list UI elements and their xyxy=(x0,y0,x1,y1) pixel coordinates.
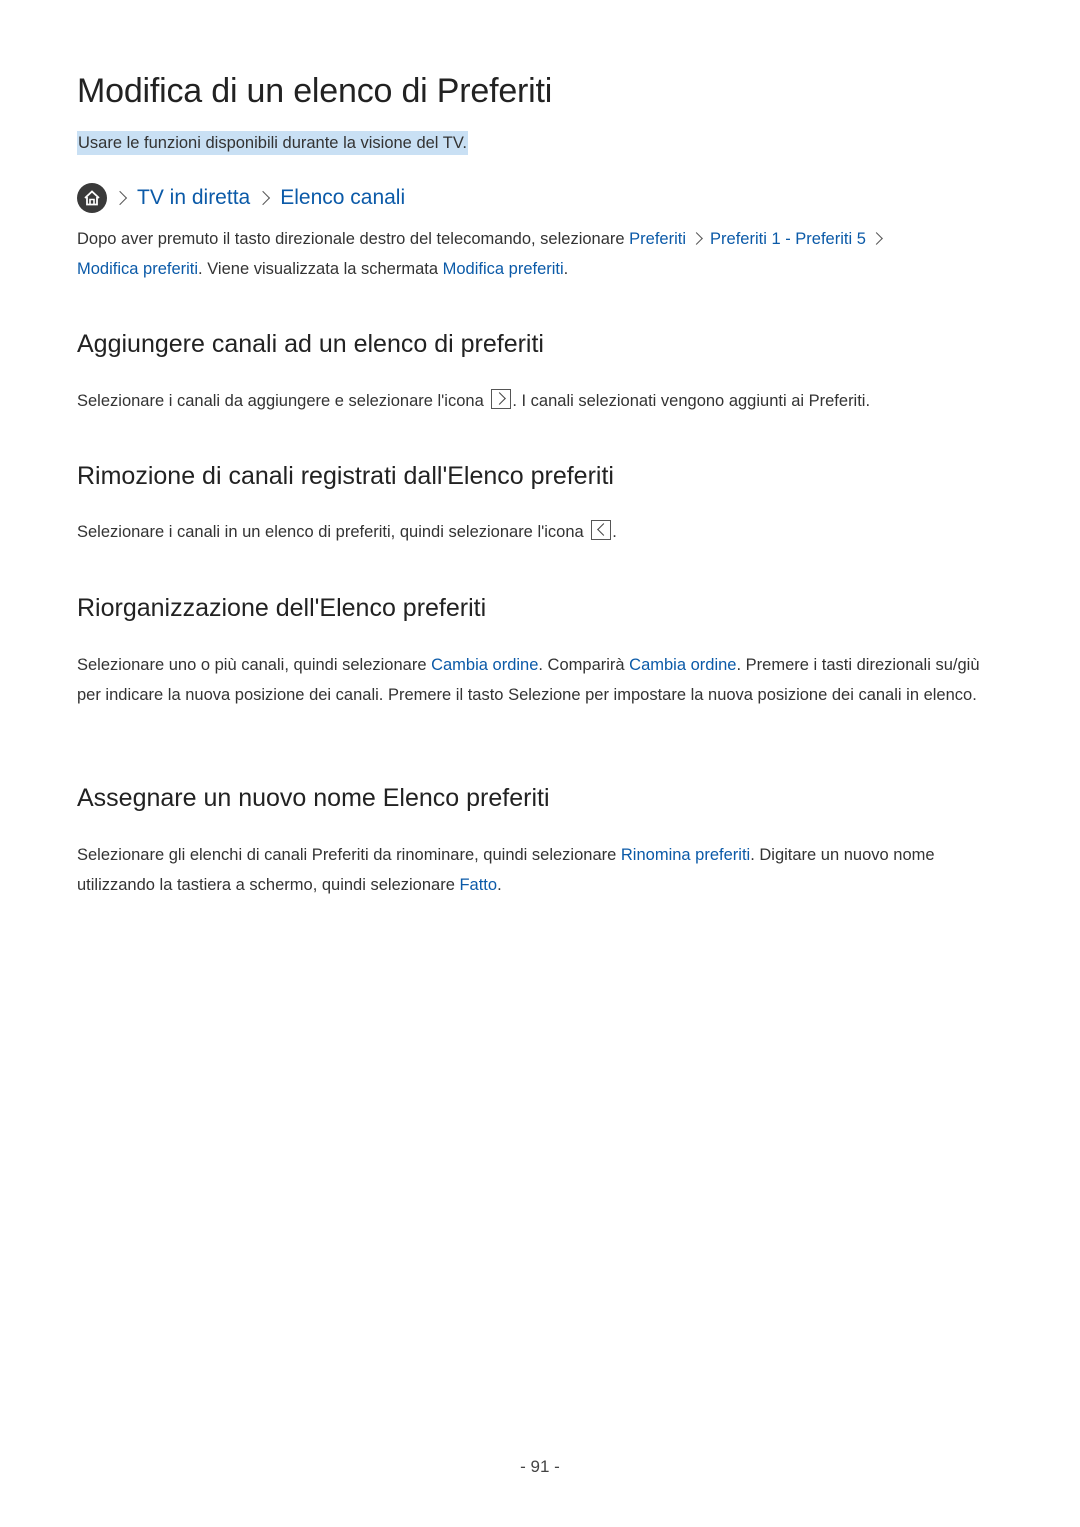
link-preferiti-1-5[interactable]: Preferiti 1 - Preferiti 5 xyxy=(710,230,866,248)
link-rinomina-preferiti[interactable]: Rinomina preferiti xyxy=(621,846,750,864)
text: Selezionare uno o più canali, quindi sel… xyxy=(77,656,432,674)
page-number: - 91 - xyxy=(520,1457,560,1476)
home-icon xyxy=(77,183,107,213)
text: . xyxy=(563,259,569,278)
section-heading-add: Aggiungere canali ad un elenco di prefer… xyxy=(77,330,544,358)
text: Selezionare i canali da aggiungere e sel… xyxy=(77,392,489,410)
page-title: Modifica di un elenco di Preferiti xyxy=(77,72,553,110)
section-heading-rename: Assegnare un nuovo nome Elenco preferiti xyxy=(77,784,550,812)
link-preferiti[interactable]: Preferiti xyxy=(629,230,686,248)
chevron-right-icon xyxy=(256,190,271,206)
text: . Comparirà xyxy=(538,656,630,674)
section-remove-paragraph: Selezionare i canali in un elenco di pre… xyxy=(77,518,1007,548)
text: Selezionare i canali in un elenco di pre… xyxy=(77,523,589,541)
text: . Viene visualizzata la schermata xyxy=(198,259,443,278)
section-rename-paragraph: Selezionare gli elenchi di canali Prefer… xyxy=(77,841,1007,900)
intro-paragraph: Dopo aver premuto il tasto direzionale d… xyxy=(77,225,1007,284)
text: . I canali selezionati vengono aggiunti … xyxy=(512,392,871,410)
chevron-left-box-icon xyxy=(591,520,612,540)
breadcrumb-elenco-canali[interactable]: Elenco canali xyxy=(280,186,405,210)
link-fatto[interactable]: Fatto xyxy=(459,876,497,894)
link-cambia-ordine[interactable]: Cambia ordine xyxy=(431,656,538,674)
chevron-right-box-icon xyxy=(491,389,512,409)
link-cambia-ordine-2[interactable]: Cambia ordine xyxy=(629,656,736,674)
subtitle-highlighted: Usare le funzioni disponibili durante la… xyxy=(77,131,468,155)
section-heading-remove: Rimozione di canali registrati dall'Elen… xyxy=(77,462,614,490)
text: Dopo aver premuto il tasto direzionale d… xyxy=(77,230,630,248)
text: . xyxy=(497,875,502,894)
section-reorder-paragraph: Selezionare uno o più canali, quindi sel… xyxy=(77,651,1007,710)
chevron-right-icon xyxy=(112,190,128,206)
section-heading-reorder: Riorganizzazione dell'Elenco preferiti xyxy=(77,594,487,622)
text: Selezionare gli elenchi di canali Prefer… xyxy=(77,846,621,864)
link-modifica-preferiti[interactable]: Modifica preferiti xyxy=(77,260,198,278)
chevron-right-icon xyxy=(870,232,883,246)
breadcrumb-tv-in-diretta[interactable]: TV in diretta xyxy=(137,186,250,210)
section-add-paragraph: Selezionare i canali da aggiungere e sel… xyxy=(77,387,1007,417)
text: . xyxy=(612,523,617,541)
link-modifica-preferiti-screen[interactable]: Modifica preferiti xyxy=(443,260,564,278)
breadcrumb: TV in diretta Elenco canali xyxy=(77,183,405,213)
chevron-right-icon xyxy=(690,232,703,246)
